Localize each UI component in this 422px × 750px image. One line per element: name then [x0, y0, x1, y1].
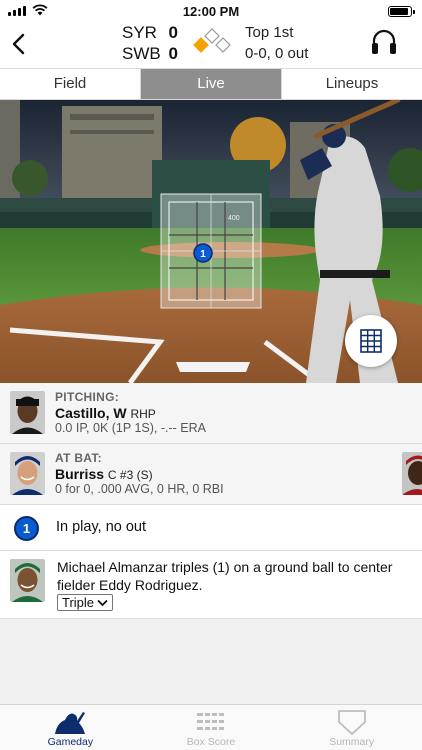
away-team: SYR: [122, 23, 157, 42]
status-bar: 12:00 PM: [0, 0, 422, 22]
count-label: 0-0, 0 out: [245, 45, 309, 62]
battery-icon: [388, 6, 415, 17]
home-score: 0: [168, 44, 178, 63]
pitcher-name-line: Castillo, W RHP: [55, 405, 156, 421]
status-time: 12:00 PM: [182, 4, 240, 19]
box-score-icon: [197, 713, 224, 730]
view-tabs: Field Live Lineups: [0, 68, 422, 100]
nav-summary[interactable]: Summary: [281, 705, 422, 750]
headphones-icon[interactable]: [370, 26, 398, 56]
batter-stats: 0 for 0, .000 AVG, 0 HR, 0 RBI: [55, 482, 224, 496]
pitcher-hand: RHP: [130, 407, 156, 421]
batter-position: C #3 (S): [107, 468, 153, 482]
nav-box-score-label: Box Score: [186, 736, 236, 748]
play-description: Michael Almanzar triples (1) on a ground…: [57, 559, 393, 593]
pitch-number-badge: 1: [14, 516, 39, 541]
batter-icon: [55, 712, 86, 734]
pitch-result-text: In play, no out: [56, 519, 147, 535]
pitching-panel[interactable]: PITCHING: Castillo, W RHP 0.0 IP, 0K (1P…: [0, 383, 422, 444]
pitcher-name: Castillo, W: [55, 405, 127, 421]
play-type-value: Triple: [62, 595, 95, 610]
pitching-label: PITCHING:: [55, 390, 120, 404]
nav-summary-label: Summary: [329, 736, 375, 748]
away-team-row: SYR 0: [122, 22, 178, 43]
inning-info: Top 1st 0-0, 0 out: [245, 22, 308, 64]
nav-box-score[interactable]: Box Score: [141, 705, 282, 750]
tab-lineups[interactable]: Lineups: [281, 69, 422, 99]
nav-gameday[interactable]: Gameday: [0, 705, 141, 750]
home-team: SWB: [122, 44, 161, 63]
bottom-tab-bar: Gameday Box Score Summary: [0, 704, 422, 750]
tab-live[interactable]: Live: [140, 69, 281, 99]
batter-photo: [10, 452, 45, 495]
at-bat-panel[interactable]: AT BAT: Burriss C #3 (S) 0 for 0, .000 A…: [0, 444, 422, 505]
pitch-marker-number: 1: [200, 249, 206, 260]
pitch-result-row[interactable]: 1 In play, no out: [0, 505, 422, 551]
away-score: 0: [168, 23, 178, 42]
play-type-select[interactable]: Triple: [57, 594, 114, 611]
home-team-row: SWB 0: [122, 43, 178, 64]
at-bat-label: AT BAT:: [55, 451, 102, 465]
batter-name-line: Burriss C #3 (S): [55, 466, 153, 482]
inning-label: Top 1st: [245, 24, 294, 41]
linescore: SYR 0 SWB 0: [122, 22, 178, 64]
shield-icon: [337, 710, 366, 735]
on-deck-photo: [402, 452, 422, 495]
zone-velocity-label: 400: [228, 215, 240, 222]
strike-zone-toggle-button[interactable]: [345, 315, 397, 367]
tab-field[interactable]: Field: [0, 69, 140, 99]
pitch-marker[interactable]: 1: [193, 243, 213, 263]
chevron-down-icon: [97, 599, 108, 606]
nav-gameday-label: Gameday: [47, 736, 94, 748]
chevron-left-icon[interactable]: [8, 30, 30, 58]
grid-icon: [360, 329, 382, 353]
batter-name: Burriss: [55, 466, 105, 482]
event-player-photo: [10, 559, 45, 602]
play-event-row: Michael Almanzar triples (1) on a ground…: [0, 551, 422, 619]
bases-diamond-icon: [193, 28, 231, 53]
pitcher-stats: 0.0 IP, 0K (1P 1S), -.-- ERA: [55, 421, 206, 435]
empty-feed-area: [0, 619, 422, 704]
pitcher-photo: [10, 391, 45, 434]
game-header: SYR 0 SWB 0 Top 1st 0-0, 0 out: [0, 22, 422, 68]
